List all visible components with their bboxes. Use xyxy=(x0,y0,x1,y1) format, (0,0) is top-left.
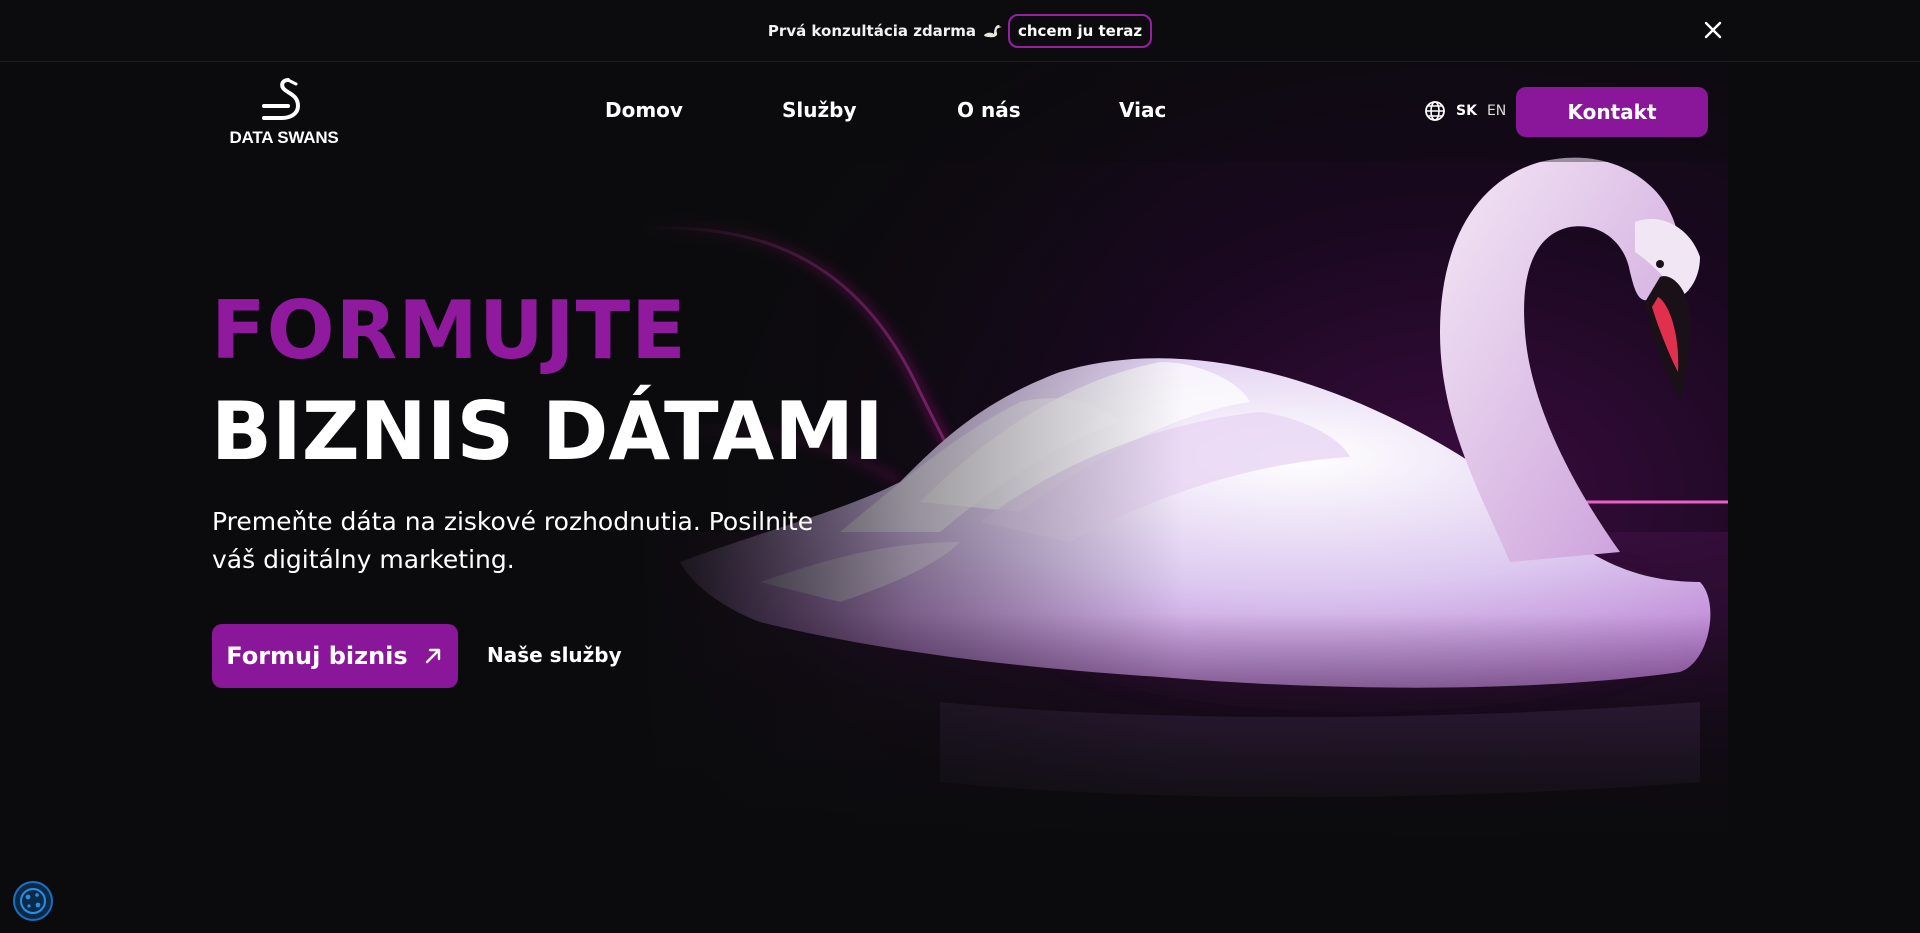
nav-item-domov[interactable]: Domov xyxy=(605,98,683,122)
nav-item-viac[interactable]: Viac xyxy=(1119,98,1166,122)
language-switcher: SK EN xyxy=(1424,100,1506,122)
close-icon[interactable] xyxy=(1701,18,1725,42)
globe-icon[interactable] xyxy=(1424,100,1446,122)
contact-button[interactable]: Kontakt xyxy=(1516,87,1708,137)
language-sk[interactable]: SK xyxy=(1456,103,1477,119)
nav-item-o-nas[interactable]: O nás xyxy=(957,98,1021,122)
page: Prvá konzultácia zdarma chcem ju teraz D… xyxy=(0,0,1920,933)
announcement-text: Prvá konzultácia zdarma xyxy=(767,21,976,40)
nav-item-sluzby[interactable]: Služby xyxy=(782,98,857,122)
consultation-cta-button[interactable]: chcem ju teraz xyxy=(1007,13,1153,48)
cookie-icon[interactable] xyxy=(12,880,54,922)
swan-emoji-icon xyxy=(983,24,1002,37)
brand-name: DATA SWANS xyxy=(229,128,339,147)
hero-subtitle: Premeňte dáta na ziskové rozhodnutia. Po… xyxy=(212,507,814,574)
hero-title-line1: FORMUJTE xyxy=(211,284,687,377)
brand-logo[interactable]: DATA SWANS xyxy=(222,76,346,152)
formuj-biznis-label: Formuj biznis xyxy=(226,642,408,670)
formuj-biznis-button[interactable]: Formuj biznis xyxy=(212,624,458,688)
announcement-content: Prvá konzultácia zdarma chcem ju teraz xyxy=(767,13,1153,48)
hero-title-line2: BIZNIS DÁTAMI xyxy=(211,385,884,478)
arrow-up-right-icon xyxy=(425,648,440,664)
nase-sluzby-link[interactable]: Naše služby xyxy=(487,643,622,667)
language-en[interactable]: EN xyxy=(1487,103,1506,119)
announcement-bar: Prvá konzultácia zdarma chcem ju teraz xyxy=(0,0,1920,62)
swan-logo-icon xyxy=(262,78,301,120)
